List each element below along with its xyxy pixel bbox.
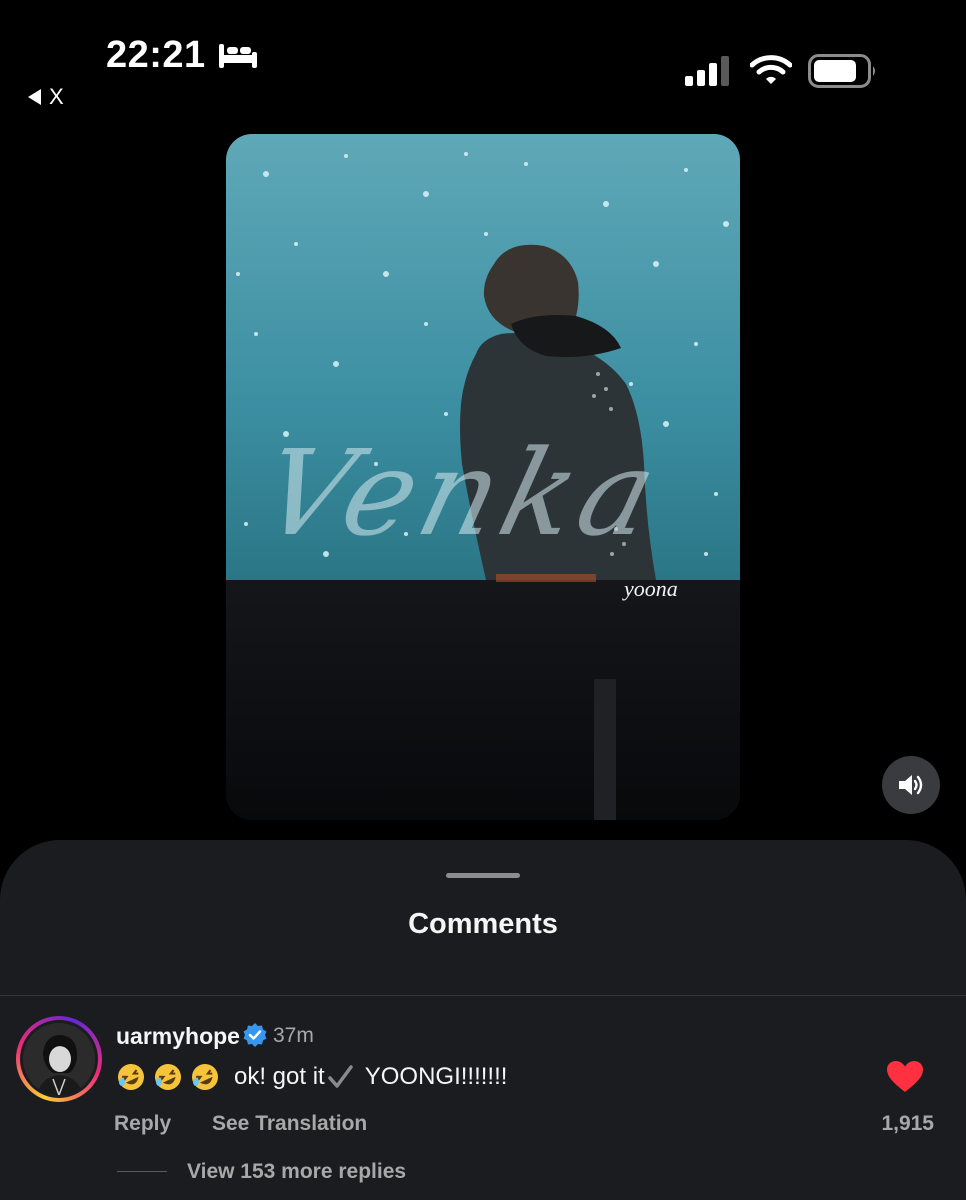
status-time: 22:21 <box>106 34 206 76</box>
signal-icon <box>685 56 729 86</box>
avatar-image <box>23 1023 95 1095</box>
rofl-emoji-icon <box>155 1064 181 1090</box>
replies-divider <box>117 1171 167 1172</box>
back-app-label: X <box>49 84 64 109</box>
check-mark-icon <box>327 1065 353 1088</box>
rofl-emoji-icon <box>118 1064 144 1090</box>
credit-text: yoona <box>624 576 678 601</box>
back-arrow-icon <box>28 89 41 105</box>
wifi-icon <box>750 55 792 84</box>
see-translation-button[interactable]: See Translation <box>212 1112 367 1136</box>
rofl-emoji-icon <box>192 1064 218 1090</box>
comment-text-tail: YOONGI!!!!!!! <box>364 1063 508 1090</box>
sheet-drag-handle[interactable] <box>446 873 520 878</box>
comment-text: ok! got it <box>234 1063 325 1090</box>
comment-timestamp: 37m <box>273 1024 314 1047</box>
bed-icon <box>219 44 257 68</box>
heart-icon[interactable] <box>886 1060 924 1094</box>
reply-button[interactable]: Reply <box>114 1112 171 1136</box>
like-count: 1,915 <box>881 1112 934 1135</box>
avatar[interactable] <box>16 1016 102 1102</box>
speaker-icon <box>899 775 923 795</box>
view-replies-button[interactable]: View 153 more replies <box>187 1160 406 1184</box>
sound-toggle-button[interactable] <box>882 756 940 814</box>
comments-sheet: Comments uarmyhope 37m ok! got it YOONGI… <box>0 840 966 1200</box>
reel-video[interactable]: Venka yoona <box>226 134 740 820</box>
watermark-text: Venka <box>248 424 676 562</box>
comment-username[interactable]: uarmyhope <box>116 1023 240 1050</box>
back-to-app-link[interactable]: X <box>28 84 64 110</box>
divider <box>0 995 966 996</box>
comment-body: ok! got it YOONGI!!!!!!! <box>116 1062 507 1092</box>
sheet-title: Comments <box>408 908 558 940</box>
verified-badge-icon <box>243 1023 267 1047</box>
battery-icon <box>808 54 875 88</box>
